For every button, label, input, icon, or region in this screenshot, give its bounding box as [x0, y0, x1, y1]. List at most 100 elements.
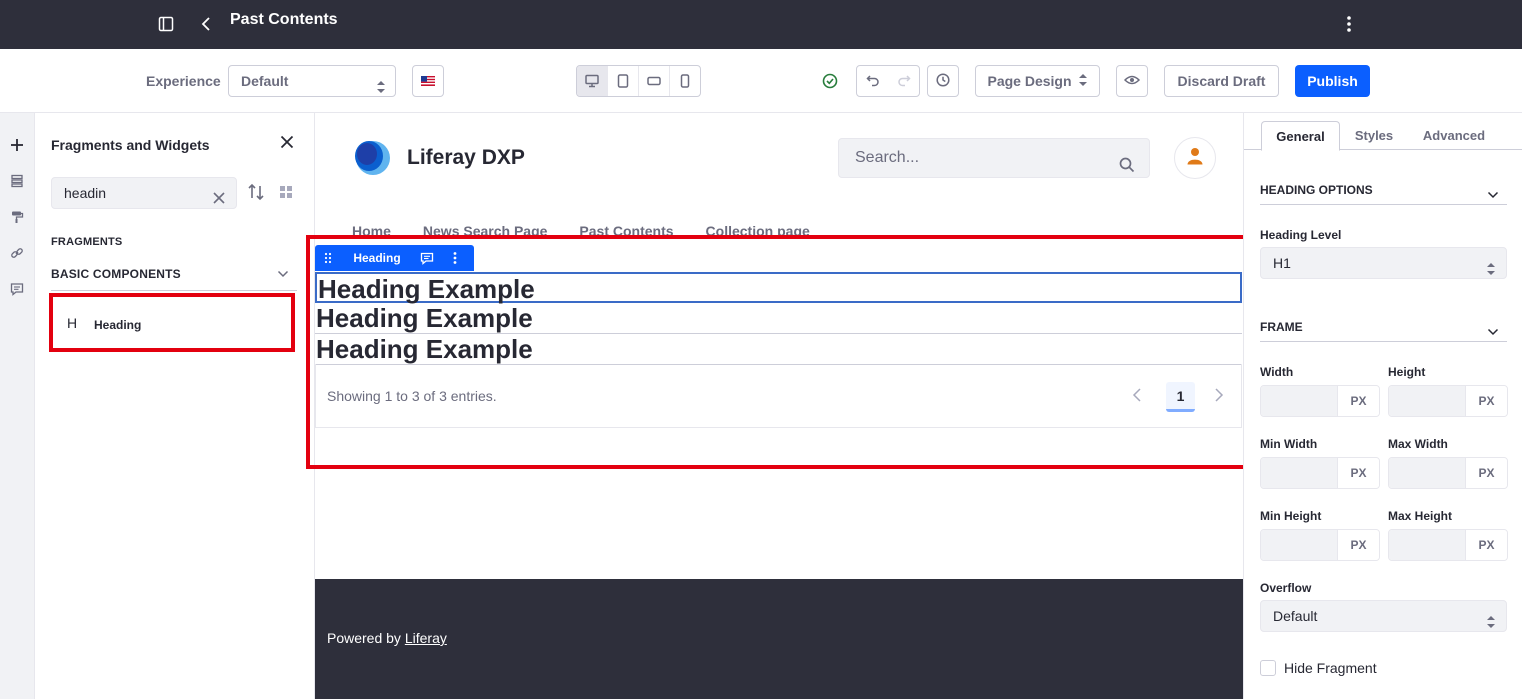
heading-level-label: Heading Level: [1260, 228, 1342, 242]
redo-icon[interactable]: [897, 73, 911, 90]
height-label: Height: [1388, 365, 1426, 379]
experience-select[interactable]: Default: [228, 65, 396, 97]
max-width-label: Max Width: [1388, 437, 1448, 451]
footer-text: Powered by Liferay: [327, 630, 447, 646]
preview-button[interactable]: [1116, 65, 1148, 97]
editor-toolbar: Experience Default Page Design Discard D…: [0, 49, 1522, 113]
drag-handle-icon[interactable]: [315, 252, 341, 264]
undo-redo-group: [856, 65, 920, 97]
tab-advanced[interactable]: Advanced: [1416, 121, 1492, 150]
caret-icon: [1486, 609, 1496, 639]
top-bar: Past Contents: [0, 0, 1522, 49]
heading-options-section[interactable]: HEADING OPTIONS: [1260, 175, 1507, 205]
section-title: FRAME: [1260, 320, 1303, 334]
undo-icon[interactable]: [865, 73, 880, 90]
add-icon[interactable]: [5, 133, 29, 157]
panel-title: Fragments and Widgets: [51, 137, 210, 153]
page-design-select[interactable]: Page Design: [975, 65, 1100, 97]
site-search-placeholder: Search...: [855, 149, 920, 166]
config-tabs: General Styles Advanced: [1244, 121, 1522, 151]
eye-icon: [1123, 73, 1141, 89]
close-icon[interactable]: [280, 135, 294, 154]
height-input[interactable]: PX: [1388, 385, 1508, 417]
input-field[interactable]: [1389, 530, 1465, 560]
unit-label[interactable]: PX: [1337, 458, 1379, 488]
caret-icon: [1486, 256, 1496, 286]
chevron-down-icon: [277, 267, 289, 285]
unit-label[interactable]: PX: [1465, 458, 1507, 488]
hide-fragment-row: Hide Fragment: [1260, 660, 1377, 676]
overflow-value: Default: [1273, 608, 1318, 624]
comment-icon[interactable]: [413, 252, 441, 265]
heading-level-value: H1: [1273, 255, 1291, 271]
heading-level-select[interactable]: H1: [1260, 247, 1507, 279]
configuration-panel: General Styles Advanced HEADING OPTIONS …: [1243, 113, 1522, 699]
language-button[interactable]: [412, 65, 444, 97]
grid-view-icon[interactable]: [279, 185, 293, 204]
min-height-input[interactable]: PX: [1260, 529, 1380, 561]
site-name: Liferay DXP: [407, 146, 525, 169]
history-button[interactable]: [927, 65, 959, 97]
width-label: Width: [1260, 365, 1294, 379]
min-width-label: Min Width: [1260, 437, 1318, 451]
caret-icon: [1078, 73, 1088, 90]
portrait-phone-icon[interactable]: [670, 66, 700, 96]
frame-section[interactable]: FRAME: [1260, 312, 1507, 342]
max-height-input[interactable]: PX: [1388, 529, 1508, 561]
collection-label: BASIC COMPONENTS: [51, 267, 181, 281]
site-footer: Powered by Liferay: [315, 579, 1243, 699]
device-preview-group: [576, 65, 701, 97]
footer-prefix: Powered by: [327, 630, 405, 646]
page-design-label: Page Design: [987, 73, 1072, 89]
min-width-input[interactable]: PX: [1260, 457, 1380, 489]
fragment-options-icon[interactable]: [441, 252, 469, 264]
desktop-icon[interactable]: [577, 66, 608, 96]
overflow-select[interactable]: Default: [1260, 600, 1507, 632]
discard-draft-button[interactable]: Discard Draft: [1164, 65, 1279, 97]
liferay-logo-icon: [351, 139, 391, 177]
unit-label[interactable]: PX: [1465, 386, 1507, 416]
user-avatar[interactable]: [1174, 137, 1216, 179]
landscape-phone-icon[interactable]: [639, 66, 670, 96]
chevron-down-icon: [1487, 182, 1499, 212]
sort-icon[interactable]: [247, 183, 265, 206]
comments-icon[interactable]: [5, 277, 29, 301]
site-search-input[interactable]: Search...: [838, 138, 1150, 178]
caret-icon: [376, 74, 386, 104]
unit-label[interactable]: PX: [1337, 530, 1379, 560]
heading-fragment-icon: H: [67, 315, 78, 331]
width-input[interactable]: PX: [1260, 385, 1380, 417]
max-width-input[interactable]: PX: [1388, 457, 1508, 489]
input-field[interactable]: [1261, 458, 1337, 488]
us-flag-icon: [421, 73, 435, 89]
collection-header[interactable]: BASIC COMPONENTS: [51, 263, 297, 291]
hide-fragment-checkbox[interactable]: [1260, 660, 1276, 676]
unit-label[interactable]: PX: [1465, 530, 1507, 560]
paint-roller-icon[interactable]: [5, 205, 29, 229]
clear-icon[interactable]: [212, 185, 226, 215]
publish-button[interactable]: Publish: [1295, 65, 1370, 97]
kebab-menu-icon[interactable]: [1337, 12, 1361, 36]
input-field[interactable]: [1261, 386, 1337, 416]
tablet-icon[interactable]: [608, 66, 639, 96]
side-rail: [0, 113, 35, 699]
link-icon[interactable]: [5, 241, 29, 265]
input-field[interactable]: [1261, 530, 1337, 560]
search-icon[interactable]: [1119, 150, 1135, 188]
unit-label[interactable]: PX: [1337, 386, 1379, 416]
fragment-toolbar-label: Heading: [353, 251, 401, 265]
sidebar-toggle-icon[interactable]: [154, 12, 178, 36]
back-icon[interactable]: [194, 12, 218, 36]
fragments-search-input[interactable]: headin: [51, 177, 237, 209]
liferay-link[interactable]: Liferay: [405, 630, 447, 646]
input-field[interactable]: [1389, 386, 1465, 416]
page-title: Past Contents: [230, 11, 338, 28]
fragment-item-heading[interactable]: H Heading: [49, 293, 295, 352]
experience-label: Experience: [146, 73, 221, 89]
tab-styles[interactable]: Styles: [1344, 121, 1404, 150]
browser-icon[interactable]: [5, 169, 29, 193]
tab-general[interactable]: General: [1261, 121, 1340, 151]
fragments-section-label: FRAGMENTS: [51, 236, 123, 248]
input-field[interactable]: [1389, 458, 1465, 488]
page-canvas: Liferay DXP Search... Home News Search P…: [306, 113, 1247, 699]
